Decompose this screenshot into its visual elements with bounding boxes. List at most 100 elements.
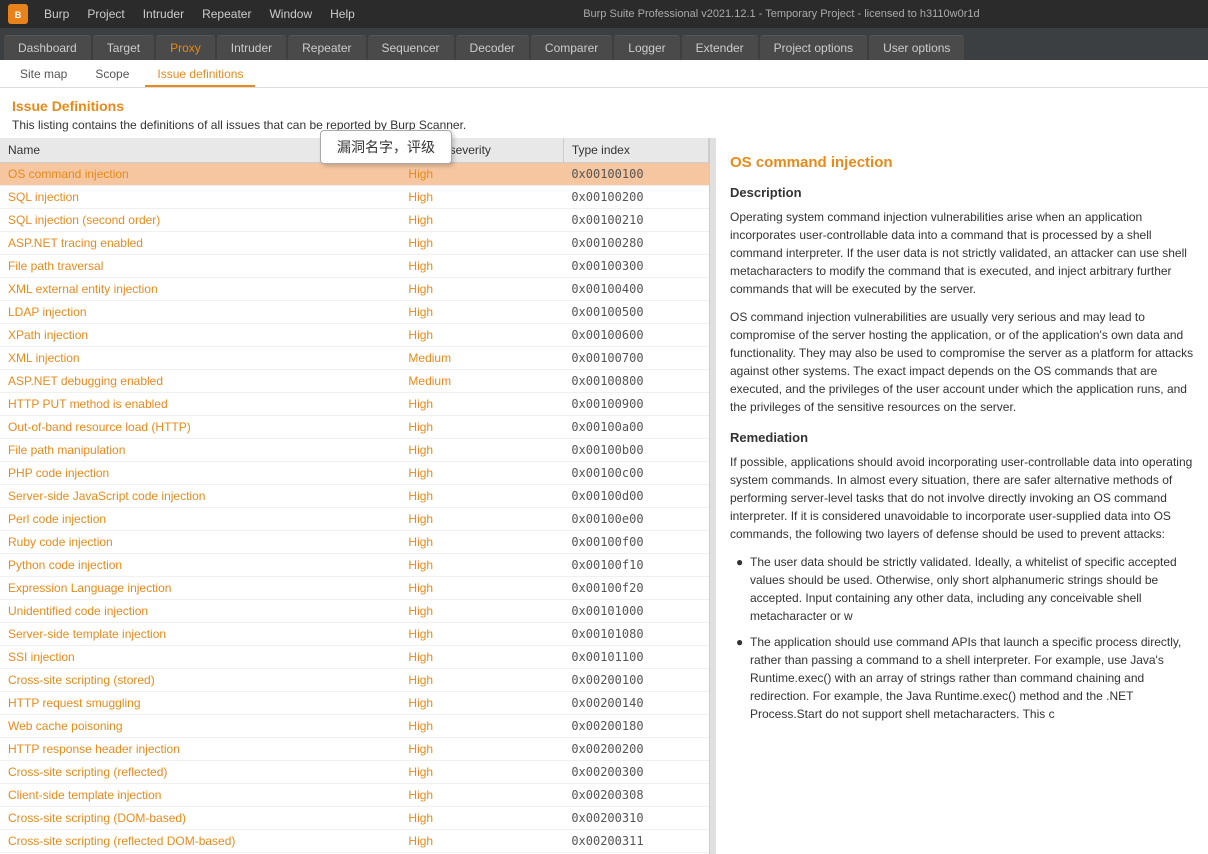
table-row[interactable]: OS command injectionHigh0x00100100 xyxy=(0,163,709,186)
table-row[interactable]: Cross-site scripting (stored)High0x00200… xyxy=(0,669,709,692)
issue-name: Cross-site scripting (reflected) xyxy=(0,761,400,784)
issue-type-index: 0x00100a00 xyxy=(563,416,708,439)
tab-intruder[interactable]: Intruder xyxy=(217,35,286,60)
issue-name: LDAP injection xyxy=(0,301,400,324)
table-row[interactable]: Out-of-band resource load (HTTP)High0x00… xyxy=(0,416,709,439)
table-row[interactable]: XML external entity injectionHigh0x00100… xyxy=(0,278,709,301)
issue-name: Unidentified code injection xyxy=(0,600,400,623)
tab-comparer[interactable]: Comparer xyxy=(531,35,612,60)
issue-name: SQL injection xyxy=(0,186,400,209)
issue-name: Client-side template injection xyxy=(0,784,400,807)
menu-window[interactable]: Window xyxy=(261,5,320,23)
table-row[interactable]: HTTP request smugglingHigh0x00200140 xyxy=(0,692,709,715)
table-row[interactable]: Server-side template injectionHigh0x0010… xyxy=(0,623,709,646)
menu-bar: Burp Project Intruder Repeater Window He… xyxy=(36,5,363,23)
table-row[interactable]: File path manipulationHigh0x00100b00 xyxy=(0,439,709,462)
issue-type-index: 0x00200180 xyxy=(563,715,708,738)
menu-project[interactable]: Project xyxy=(79,5,132,23)
tab-user-options[interactable]: User options xyxy=(869,35,964,60)
issue-name: Server-side template injection xyxy=(0,623,400,646)
tab-target[interactable]: Target xyxy=(93,35,154,60)
app-title: Burp Suite Professional v2021.12.1 - Tem… xyxy=(363,8,1200,20)
menu-help[interactable]: Help xyxy=(322,5,363,23)
table-row[interactable]: PHP code injectionHigh0x00100c00 xyxy=(0,462,709,485)
tab-site-map[interactable]: Site map xyxy=(8,63,79,87)
bullet-item-1: The user data should be strictly validat… xyxy=(738,553,1194,625)
remediation-bullet-list: The user data should be strictly validat… xyxy=(730,553,1194,723)
issue-name: Cross-site scripting (reflected DOM-base… xyxy=(0,830,400,853)
issue-name: XPath injection xyxy=(0,324,400,347)
issue-severity: High xyxy=(400,462,563,485)
issue-severity: High xyxy=(400,163,563,186)
table-row[interactable]: ASP.NET debugging enabledMedium0x0010080… xyxy=(0,370,709,393)
secondary-tab-bar: Site map Scope Issue definitions xyxy=(0,60,1208,88)
table-row[interactable]: SSI injectionHigh0x00101100 xyxy=(0,646,709,669)
issue-severity: Medium xyxy=(400,370,563,393)
issue-name: Cross-site scripting (stored) xyxy=(0,669,400,692)
issue-name: SQL injection (second order) xyxy=(0,209,400,232)
tab-dashboard[interactable]: Dashboard xyxy=(4,35,91,60)
table-row[interactable]: Cross-site scripting (DOM-based)High0x00… xyxy=(0,807,709,830)
table-row[interactable]: Client-side template injectionHigh0x0020… xyxy=(0,784,709,807)
tab-proxy[interactable]: Proxy xyxy=(156,35,215,60)
tab-scope[interactable]: Scope xyxy=(83,63,141,87)
issue-name: OS command injection xyxy=(0,163,400,186)
menu-intruder[interactable]: Intruder xyxy=(135,5,192,23)
issue-type-index: 0x00101080 xyxy=(563,623,708,646)
table-row[interactable]: XPath injectionHigh0x00100600 xyxy=(0,324,709,347)
tab-logger[interactable]: Logger xyxy=(614,35,679,60)
issue-name: File path traversal xyxy=(0,255,400,278)
table-row[interactable]: XML injectionMedium0x00100700 xyxy=(0,347,709,370)
issue-severity: High xyxy=(400,324,563,347)
table-row[interactable]: ASP.NET tracing enabledHigh0x00100280 xyxy=(0,232,709,255)
table-row[interactable]: Cross-site scripting (reflected)High0x00… xyxy=(0,761,709,784)
table-row[interactable]: Ruby code injectionHigh0x00100f00 xyxy=(0,531,709,554)
tab-issue-definitions[interactable]: Issue definitions xyxy=(145,63,255,87)
issue-name: ASP.NET debugging enabled xyxy=(0,370,400,393)
table-row[interactable]: Perl code injectionHigh0x00100e00 xyxy=(0,508,709,531)
table-row[interactable]: Expression Language injectionHigh0x00100… xyxy=(0,577,709,600)
section-remediation-heading: Remediation xyxy=(730,430,1194,445)
menu-burp[interactable]: Burp xyxy=(36,5,77,23)
content-area: Issue Definitions This listing contains … xyxy=(0,88,1208,854)
menu-repeater[interactable]: Repeater xyxy=(194,5,259,23)
table-row[interactable]: HTTP response header injectionHigh0x0020… xyxy=(0,738,709,761)
issues-table-panel[interactable]: Name Typical severity Type index OS comm… xyxy=(0,138,710,854)
issue-type-index: 0x00200300 xyxy=(563,761,708,784)
issue-name: ASP.NET tracing enabled xyxy=(0,232,400,255)
section-description-heading: Description xyxy=(730,185,1194,200)
issue-type-index: 0x00100f10 xyxy=(563,554,708,577)
issue-severity: High xyxy=(400,416,563,439)
issue-name: Cross-site scripting (DOM-based) xyxy=(0,807,400,830)
issue-severity: High xyxy=(400,646,563,669)
table-row[interactable]: SQL injection (second order)High0x001002… xyxy=(0,209,709,232)
table-row[interactable]: File path traversalHigh0x00100300 xyxy=(0,255,709,278)
table-row[interactable]: Python code injectionHigh0x00100f10 xyxy=(0,554,709,577)
table-row[interactable]: Cross-site scripting (reflected DOM-base… xyxy=(0,830,709,853)
issue-type-index: 0x00100100 xyxy=(563,163,708,186)
detail-description-p1: Operating system command injection vulne… xyxy=(730,208,1194,298)
issue-severity: High xyxy=(400,531,563,554)
issue-severity: High xyxy=(400,255,563,278)
issue-severity: High xyxy=(400,623,563,646)
issue-type-index: 0x00100c00 xyxy=(563,462,708,485)
table-row[interactable]: Unidentified code injectionHigh0x0010100… xyxy=(0,600,709,623)
issue-type-index: 0x00101100 xyxy=(563,646,708,669)
tab-project-options[interactable]: Project options xyxy=(760,35,867,60)
tab-repeater[interactable]: Repeater xyxy=(288,35,365,60)
table-row[interactable]: HTTP PUT method is enabledHigh0x00100900 xyxy=(0,393,709,416)
issue-name: Out-of-band resource load (HTTP) xyxy=(0,416,400,439)
issue-name: HTTP request smuggling xyxy=(0,692,400,715)
issue-type-index: 0x00200311 xyxy=(563,830,708,853)
table-row[interactable]: Web cache poisoningHigh0x00200180 xyxy=(0,715,709,738)
issue-severity: High xyxy=(400,830,563,853)
table-row[interactable]: LDAP injectionHigh0x00100500 xyxy=(0,301,709,324)
table-row[interactable]: Server-side JavaScript code injectionHig… xyxy=(0,485,709,508)
issue-name: XML external entity injection xyxy=(0,278,400,301)
issue-name: SSI injection xyxy=(0,646,400,669)
table-row[interactable]: SQL injectionHigh0x00100200 xyxy=(0,186,709,209)
tab-decoder[interactable]: Decoder xyxy=(456,35,529,60)
issue-type-index: 0x00200200 xyxy=(563,738,708,761)
tab-sequencer[interactable]: Sequencer xyxy=(368,35,454,60)
tab-extender[interactable]: Extender xyxy=(682,35,758,60)
